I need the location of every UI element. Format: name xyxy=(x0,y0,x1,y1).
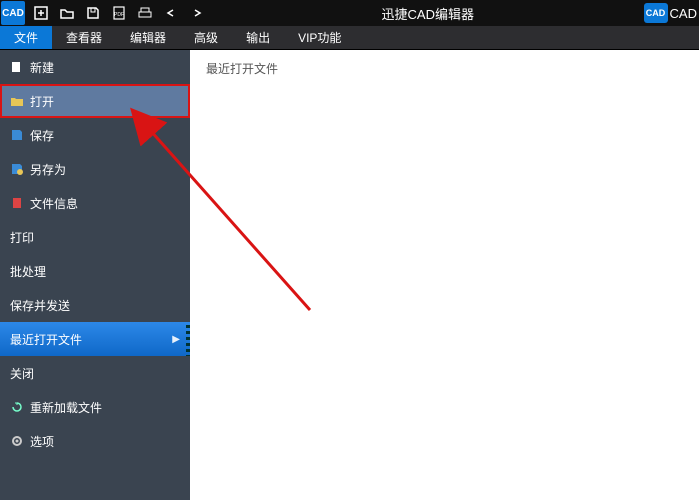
reload-icon xyxy=(10,400,24,414)
file-menu-panel: 新建 打开 保存 另存为 文件信息 打印 批处理 保存并发送 最近打开文 xyxy=(0,50,699,500)
new-file-icon xyxy=(10,60,24,74)
sidebar-item-save-send[interactable]: 保存并发送 xyxy=(0,288,190,322)
tab-viewer[interactable]: 查看器 xyxy=(52,26,116,49)
sidebar-item-reload[interactable]: 重新加载文件 xyxy=(0,390,190,424)
tab-vip[interactable]: VIP功能 xyxy=(284,26,355,49)
sidebar-item-label: 关闭 xyxy=(10,365,34,382)
sidebar-item-label: 文件信息 xyxy=(30,195,78,212)
sidebar-item-label: 重新加载文件 xyxy=(30,399,102,416)
sidebar-item-print[interactable]: 打印 xyxy=(0,220,190,254)
content-panel: 最近打开文件 xyxy=(190,50,699,500)
file-menu-sidebar: 新建 打开 保存 另存为 文件信息 打印 批处理 保存并发送 最近打开文 xyxy=(0,50,190,500)
svg-text:PDF: PDF xyxy=(114,12,124,18)
sidebar-item-label: 保存 xyxy=(30,127,54,144)
tab-editor[interactable]: 编辑器 xyxy=(116,26,180,49)
brand-text: CAD xyxy=(670,6,699,21)
sidebar-item-open[interactable]: 打开 xyxy=(0,84,190,118)
open-icon[interactable] xyxy=(58,4,76,22)
tab-advanced[interactable]: 高级 xyxy=(180,26,232,49)
sidebar-item-label: 选项 xyxy=(30,433,54,450)
content-heading: 最近打开文件 xyxy=(206,60,683,77)
sidebar-item-label: 保存并发送 xyxy=(10,297,70,314)
tab-output[interactable]: 输出 xyxy=(232,26,284,49)
sidebar-item-batch[interactable]: 批处理 xyxy=(0,254,190,288)
sidebar-item-close[interactable]: 关闭 xyxy=(0,356,190,390)
save-as-icon xyxy=(10,162,24,176)
new-icon[interactable] xyxy=(32,4,50,22)
sidebar-item-label: 新建 xyxy=(30,59,54,76)
save-icon xyxy=(10,128,24,142)
sidebar-item-save[interactable]: 保存 xyxy=(0,118,190,152)
sidebar-item-recent[interactable]: 最近打开文件 ▶ xyxy=(0,322,190,356)
sidebar-item-new[interactable]: 新建 xyxy=(0,50,190,84)
file-info-icon xyxy=(10,196,24,210)
sidebar-item-label: 最近打开文件 xyxy=(10,331,82,348)
pdf-icon[interactable]: PDF xyxy=(110,4,128,22)
folder-open-icon xyxy=(10,94,24,108)
sidebar-item-label: 批处理 xyxy=(10,263,46,280)
chevron-right-icon: ▶ xyxy=(172,334,180,345)
menu-bar: 文件 查看器 编辑器 高级 输出 VIP功能 xyxy=(0,26,699,50)
gear-icon xyxy=(10,434,24,448)
redo-icon[interactable] xyxy=(188,4,206,22)
save-icon[interactable] xyxy=(84,4,102,22)
sidebar-item-label: 打印 xyxy=(10,229,34,246)
sidebar-item-options[interactable]: 选项 xyxy=(0,424,190,458)
window-title: 迅捷CAD编辑器 xyxy=(212,4,644,23)
sidebar-item-save-as[interactable]: 另存为 xyxy=(0,152,190,186)
tab-file[interactable]: 文件 xyxy=(0,26,52,49)
sidebar-item-label: 另存为 xyxy=(30,161,66,178)
app-logo-icon: CAD xyxy=(1,1,25,25)
sidebar-item-label: 打开 xyxy=(30,93,54,110)
print-icon[interactable] xyxy=(136,4,154,22)
quick-access-toolbar: PDF xyxy=(26,4,212,22)
brand-icon: CAD xyxy=(644,3,668,23)
sidebar-item-file-info[interactable]: 文件信息 xyxy=(0,186,190,220)
title-bar: CAD PDF 迅捷CAD编辑器 CAD CAD xyxy=(0,0,699,26)
undo-icon[interactable] xyxy=(162,4,180,22)
